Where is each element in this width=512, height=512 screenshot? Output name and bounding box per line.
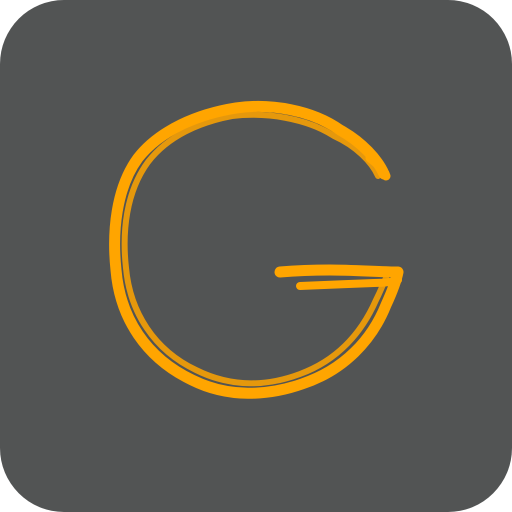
icon-tile-background <box>0 0 512 512</box>
app-icon <box>0 0 512 512</box>
g-letter-logo-icon <box>0 0 512 512</box>
